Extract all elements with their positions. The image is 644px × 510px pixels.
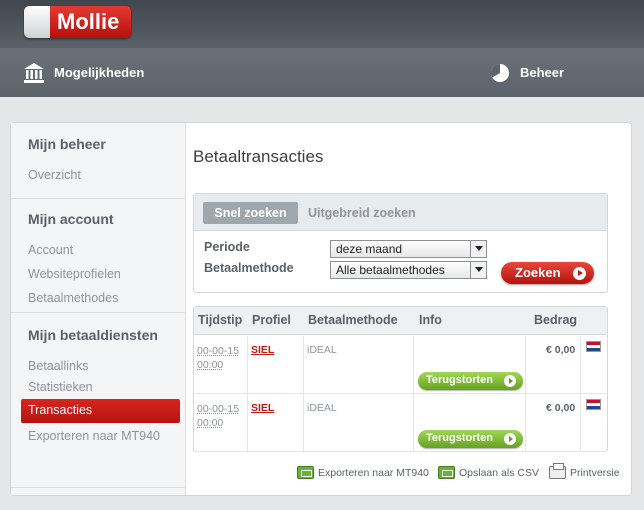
export-mt940-label: Exporteren naar MT940: [318, 466, 429, 479]
dutch-flag-icon: [586, 399, 601, 410]
row-time: 00:00: [197, 359, 224, 371]
print-version-link[interactable]: Printversie: [549, 463, 620, 479]
tab-snel-zoeken[interactable]: Snel zoeken: [203, 202, 298, 224]
logo-text: Mollie: [57, 9, 120, 34]
row-timestamp: 00-00-15 00:00: [197, 402, 247, 430]
tab-uitgebreid-zoeken[interactable]: Uitgebreid zoeken: [308, 202, 416, 224]
money-icon: [438, 466, 455, 479]
search-box: Snel zoeken Uitgebreid zoeken Periode de…: [193, 193, 608, 293]
nav-beheer-label: Beheer: [520, 65, 565, 80]
terugstorten-button[interactable]: Terugstorten: [418, 372, 523, 390]
row-method: iDEAL: [307, 402, 337, 414]
sidebar-item-transacties[interactable]: Transacties: [21, 399, 180, 423]
column-divider: [247, 394, 248, 452]
nav-bar: Mogelijkheden Beheer: [0, 48, 644, 97]
row-time: 00:00: [197, 417, 224, 429]
column-divider: [413, 336, 414, 394]
column-divider: [247, 336, 248, 394]
betaalmethode-select[interactable]: Alle betaalmethodes: [330, 261, 487, 279]
chevron-down-icon: [470, 241, 486, 257]
zoeken-button[interactable]: Zoeken: [501, 262, 594, 284]
nav-beheer[interactable]: Beheer: [488, 48, 564, 97]
pie-chart-icon: [490, 63, 509, 82]
sidebar-title-mijn-account: Mijn account: [28, 211, 114, 227]
betaalmethode-label: Betaalmethode: [204, 261, 294, 275]
arrow-right-circle-icon: [573, 267, 586, 280]
row-method: iDEAL: [307, 344, 337, 356]
column-header-bedrag[interactable]: Bedrag: [534, 313, 577, 327]
periode-select[interactable]: deze maand: [330, 240, 487, 258]
column-divider: [580, 394, 581, 452]
mollie-logo[interactable]: Mollie: [24, 6, 131, 38]
sidebar-item-overzicht[interactable]: Overzicht: [28, 168, 81, 182]
sidebar-item-transacties-label: Transacties: [28, 403, 93, 417]
sidebar: Mijn beheer Overzicht Mijn account Accou…: [11, 123, 186, 495]
terugstorten-button[interactable]: Terugstorten: [418, 430, 523, 448]
sidebar-title-mijn-beheer: Mijn beheer: [28, 136, 106, 152]
row-profile-link[interactable]: SIEL: [251, 344, 274, 356]
arrow-right-circle-icon: [504, 375, 516, 387]
save-csv-label: Opslaan als CSV: [459, 466, 539, 479]
sidebar-item-betaallinks[interactable]: Betaallinks: [28, 359, 88, 373]
table-row: 00-00-15 00:00 SIEL iDEAL Terugstorten €…: [194, 336, 607, 394]
main-content: Betaaltransacties Snel zoeken Uitgebreid…: [193, 123, 631, 495]
column-divider: [580, 336, 581, 394]
export-mt940-link[interactable]: Exporteren naar MT940: [297, 466, 429, 479]
sidebar-divider: [11, 198, 186, 199]
periode-select-value: deze maand: [336, 242, 403, 256]
printer-icon: [549, 463, 566, 479]
table-header: Tijdstip Profiel Betaalmethode Info Bedr…: [194, 307, 607, 335]
dutch-flag-icon: [586, 341, 601, 352]
sidebar-item-betaalmethodes[interactable]: Betaalmethodes: [28, 291, 118, 305]
row-date: 00-00-15: [197, 345, 240, 357]
sidebar-title-mijn-betaaldiensten: Mijn betaaldiensten: [28, 327, 158, 343]
nav-mogelijkheden-label: Mogelijkheden: [54, 65, 145, 80]
column-header-profiel[interactable]: Profiel: [252, 313, 291, 327]
periode-label: Periode: [204, 240, 250, 254]
row-timestamp: 00-00-15 00:00: [197, 344, 247, 372]
column-divider: [413, 394, 414, 452]
print-version-label: Printversie: [570, 466, 620, 479]
zoeken-button-label: Zoeken: [515, 265, 561, 280]
sidebar-divider: [11, 487, 186, 488]
row-amount: € 0,00: [546, 344, 576, 356]
betaalmethode-select-value: Alle betaalmethodes: [336, 263, 445, 277]
bank-icon: [24, 62, 44, 83]
top-bar: Mollie: [0, 0, 644, 48]
arrow-right-circle-icon: [504, 433, 516, 445]
transactions-table: Tijdstip Profiel Betaalmethode Info Bedr…: [193, 306, 608, 452]
content-panel: Mijn beheer Overzicht Mijn account Accou…: [10, 122, 632, 496]
terugstorten-button-label: Terugstorten: [426, 432, 494, 444]
logo-pill-shape: [24, 6, 50, 38]
nav-mogelijkheden[interactable]: Mogelijkheden: [22, 48, 144, 97]
chevron-down-icon: [470, 262, 486, 278]
column-divider: [525, 336, 526, 394]
save-csv-link[interactable]: Opslaan als CSV: [438, 466, 539, 479]
column-header-tijdstip[interactable]: Tijdstip: [198, 313, 242, 327]
search-tabs: Snel zoeken Uitgebreid zoeken: [194, 194, 607, 231]
sidebar-item-account[interactable]: Account: [28, 243, 73, 257]
sidebar-item-statistieken[interactable]: Statistieken: [28, 380, 93, 394]
table-row: 00-00-15 00:00 SIEL iDEAL Terugstorten €…: [194, 394, 607, 452]
page-title: Betaaltransacties: [193, 147, 324, 166]
sidebar-item-websiteprofielen[interactable]: Websiteprofielen: [28, 267, 121, 281]
terugstorten-button-label: Terugstorten: [426, 374, 494, 386]
column-divider: [303, 394, 304, 452]
column-header-betaalmethode[interactable]: Betaalmethode: [308, 313, 398, 327]
sidebar-divider: [11, 312, 186, 313]
sidebar-item-exporteren-mt940[interactable]: Exporteren naar MT940: [28, 429, 160, 443]
money-icon: [297, 466, 314, 479]
column-divider: [525, 394, 526, 452]
row-profile-link[interactable]: SIEL: [251, 402, 274, 414]
column-header-info: Info: [419, 313, 442, 327]
row-date: 00-00-15: [197, 403, 240, 415]
column-divider: [303, 336, 304, 394]
row-amount: € 0,00: [546, 402, 576, 414]
